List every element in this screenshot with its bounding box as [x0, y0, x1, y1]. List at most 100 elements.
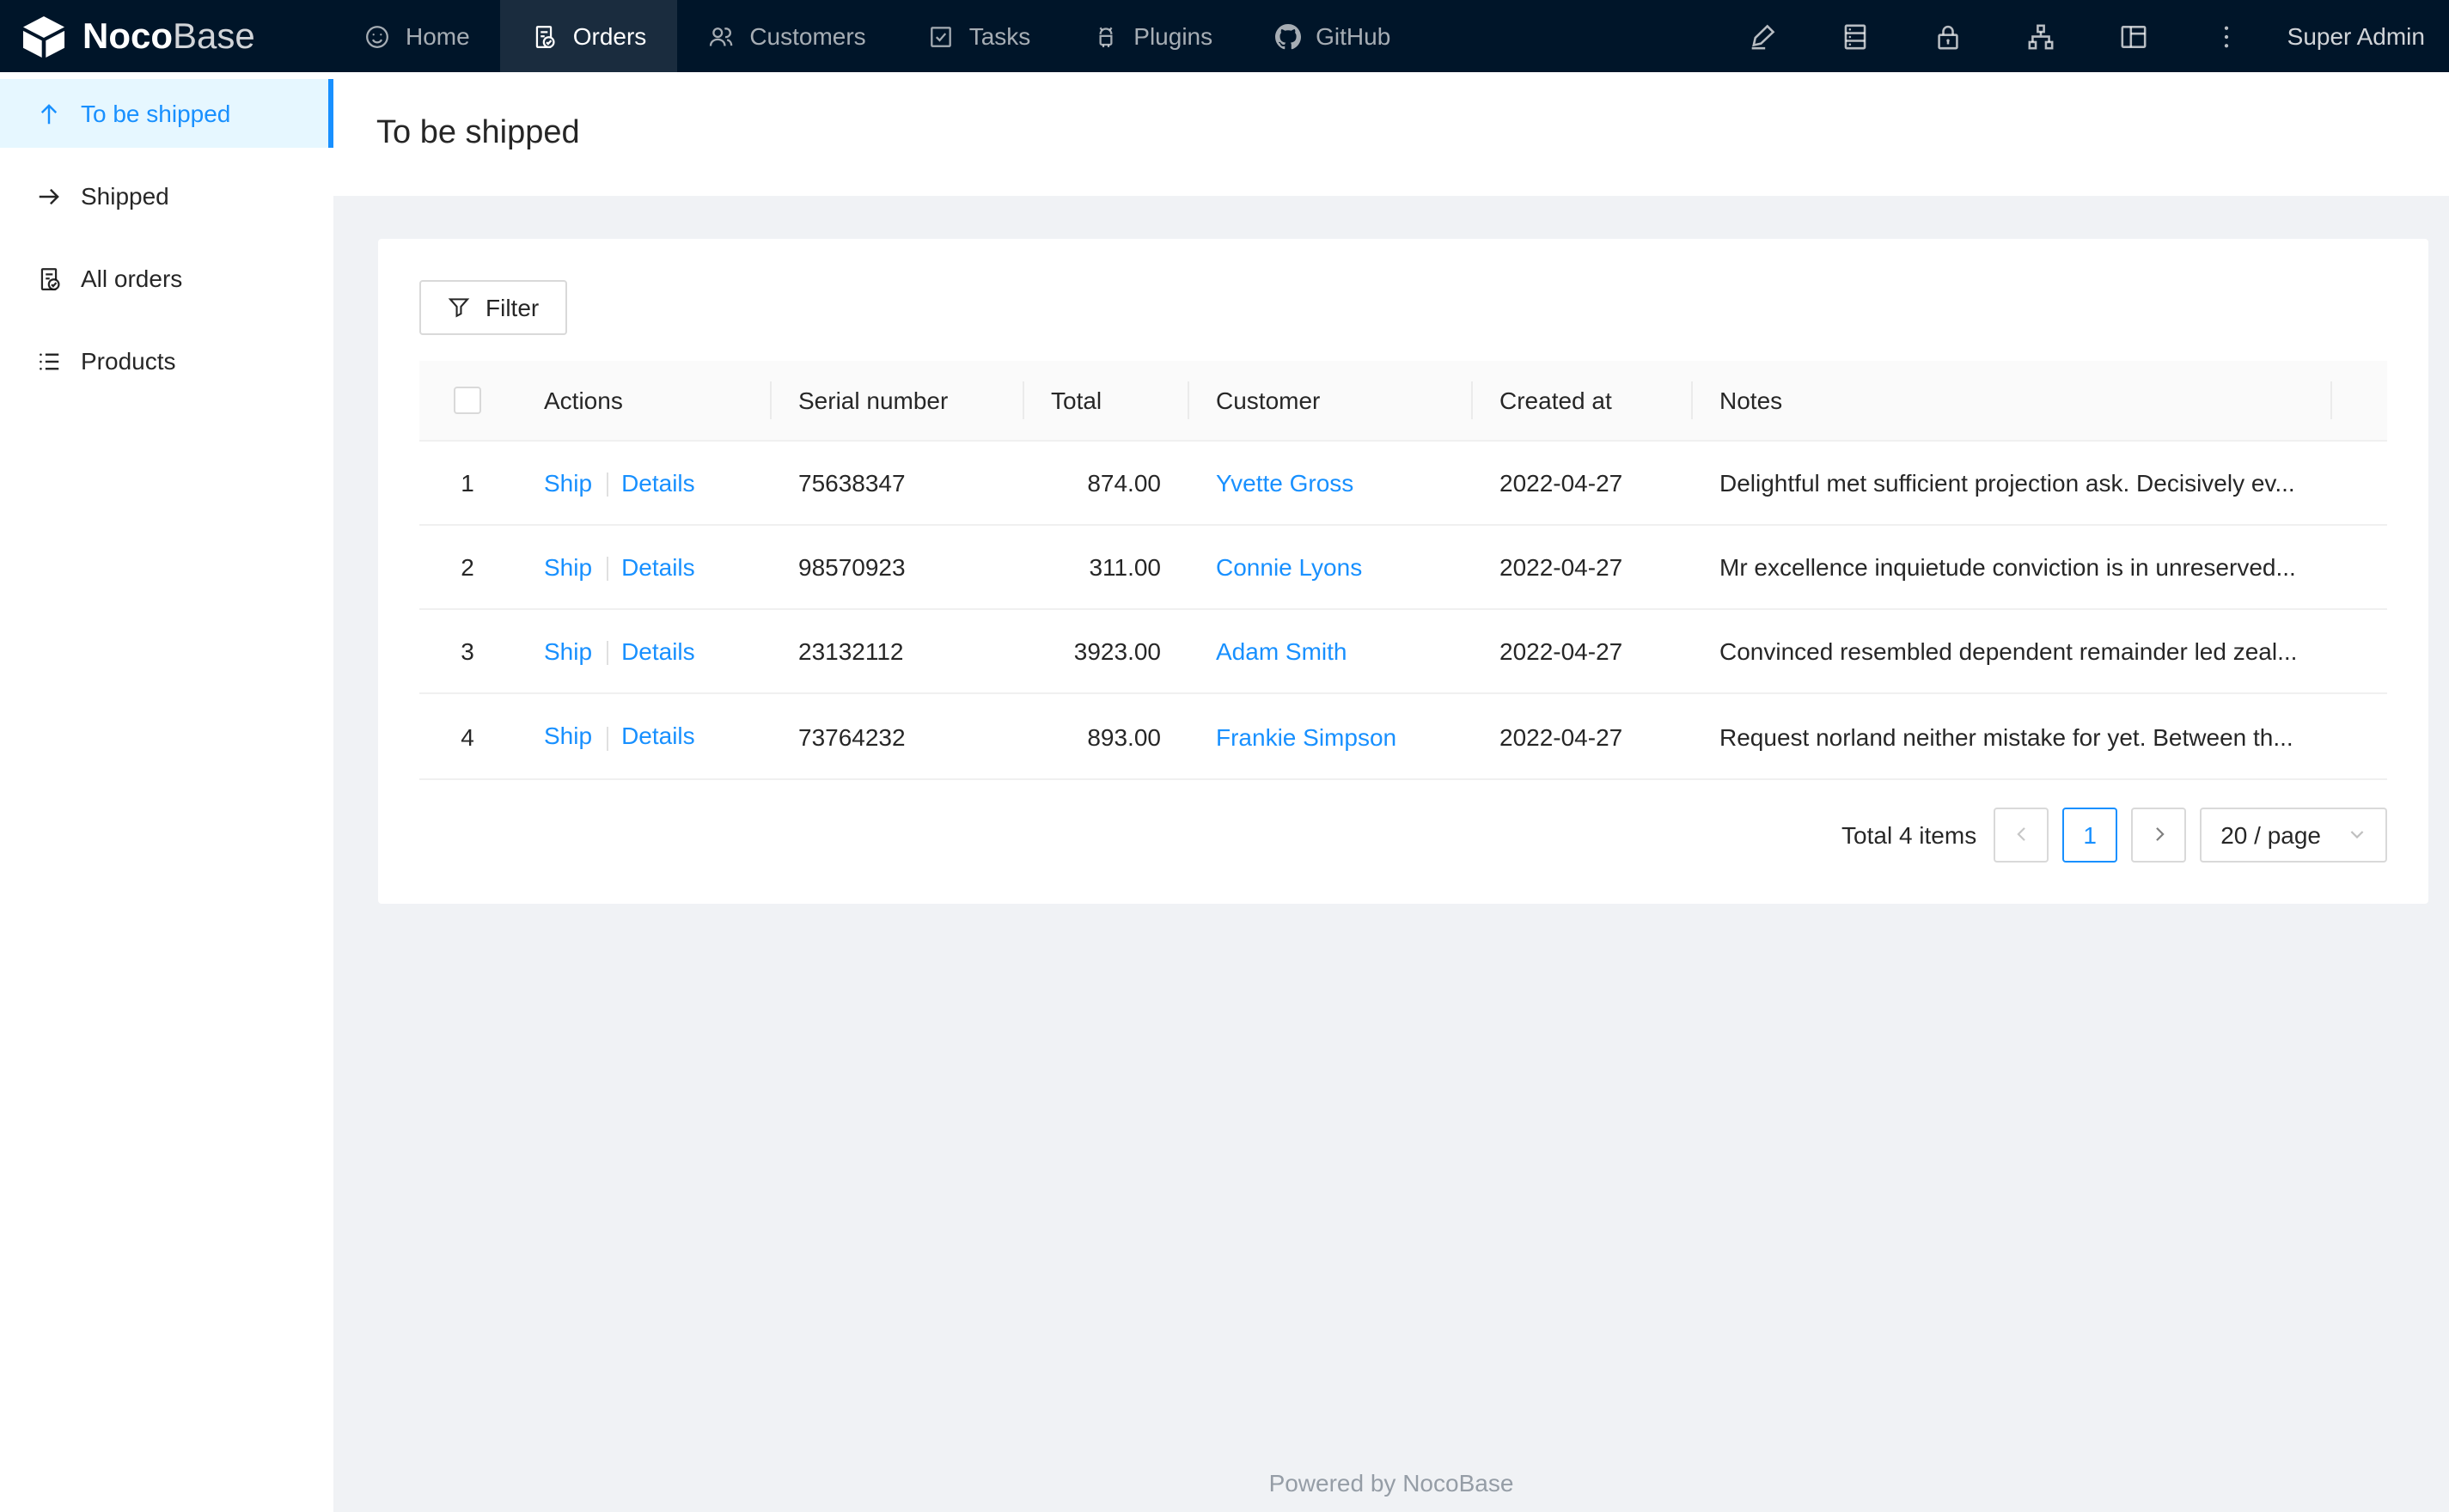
collections-button[interactable]: [1810, 0, 1902, 72]
row-index: 4: [418, 693, 516, 780]
nav-item-github[interactable]: GitHub: [1243, 0, 1421, 72]
column-header-total: Total: [1023, 360, 1188, 441]
serial-number-cell: 23132112: [771, 609, 1023, 695]
next-page-button[interactable]: [2131, 807, 2187, 863]
check-square-icon: [928, 23, 954, 49]
row-actions: Ship Details: [516, 609, 771, 695]
page-title: To be shipped: [376, 115, 580, 151]
total-cell: 874.00: [1023, 440, 1188, 526]
main-menu: Home Orders Customers Tasks Plugins GitH…: [333, 0, 1421, 72]
notes-cell: Delightful met sufficient projection ask…: [1692, 440, 2331, 526]
nocobase-logo[interactable]: NocoBase: [0, 0, 320, 72]
select-all-header: [418, 360, 516, 441]
orders-table-body: 1 Ship Details 75638347 874.00 Yvette Gross 20…: [418, 440, 2386, 780]
page-size-select[interactable]: 20 / page: [2200, 807, 2386, 863]
notes-cell: Convinced resembled dependent remainder …: [1692, 609, 2331, 695]
apartment-icon: [2027, 21, 2056, 51]
file-done-icon: [36, 265, 62, 291]
chevron-down-icon: [2347, 825, 2366, 844]
table-header: Actions Serial number Total Customer Cre…: [418, 360, 2386, 441]
customer-cell: Connie Lyons: [1188, 524, 1472, 611]
ship-link[interactable]: Ship: [544, 637, 592, 665]
sidebar-item-products[interactable]: Products: [0, 326, 333, 395]
sidebar-item-label: To be shipped: [81, 100, 231, 127]
sidebar-item-shipped[interactable]: Shipped: [0, 162, 333, 230]
row-spacer-cell: [2331, 524, 2386, 611]
ship-link[interactable]: Ship: [544, 553, 592, 581]
nocobase-logo-icon: [21, 15, 67, 58]
customer-cell: Yvette Gross: [1188, 440, 1472, 526]
serial-number-cell: 73764232: [771, 693, 1023, 780]
table-row: 3 Ship Details 23132112 3923.00 Adam Smith 202…: [418, 609, 2386, 695]
select-all-checkbox[interactable]: [454, 386, 481, 413]
layout-button[interactable]: [2088, 0, 2181, 72]
details-link[interactable]: Details: [621, 637, 695, 665]
customer-link[interactable]: Frankie Simpson: [1216, 722, 1396, 750]
filter-button[interactable]: Filter: [418, 279, 567, 334]
navbar-right-actions: Super Admin: [1717, 0, 2449, 72]
chevron-right-icon: [2149, 825, 2168, 844]
notes-cell: Mr excellence inquietude conviction is i…: [1692, 524, 2331, 611]
sidebar-item-all-orders[interactable]: All orders: [0, 244, 333, 313]
customer-link[interactable]: Adam Smith: [1216, 637, 1347, 665]
row-spacer-cell: [2331, 609, 2386, 695]
permissions-button[interactable]: [1902, 0, 1995, 72]
sidebar: To be shipped Shipped All orders Product…: [0, 72, 333, 1512]
highlight-icon: [1749, 21, 1778, 51]
details-link[interactable]: Details: [621, 722, 695, 750]
nav-item-customers[interactable]: Customers: [677, 0, 896, 72]
customer-link[interactable]: Yvette Gross: [1216, 468, 1353, 496]
database-icon: [1841, 21, 1871, 51]
orders-table: Actions Serial number Total Customer Cre…: [418, 360, 2386, 780]
page-1-button[interactable]: 1: [2062, 807, 2118, 863]
filter-icon: [446, 295, 470, 319]
customer-cell: Frankie Simpson: [1188, 693, 1472, 780]
row-index: 3: [418, 609, 516, 695]
ship-link[interactable]: Ship: [544, 468, 592, 496]
powered-by-footer: Powered by NocoBase: [1268, 1469, 1514, 1497]
unordered-list-icon: [36, 348, 62, 374]
nav-item-tasks[interactable]: Tasks: [897, 0, 1062, 72]
created-at-cell: 2022-04-27: [1472, 440, 1692, 526]
sidebar-item-label: All orders: [81, 265, 183, 292]
row-actions: Ship Details: [516, 524, 771, 611]
chevron-left-icon: [2012, 825, 2031, 844]
total-cell: 311.00: [1023, 524, 1188, 611]
column-header-customer: Customer: [1188, 360, 1472, 441]
details-link[interactable]: Details: [621, 553, 695, 581]
sidebar-item-to-be-shipped[interactable]: To be shipped: [0, 79, 333, 148]
row-spacer-cell: [2331, 693, 2386, 780]
ship-link[interactable]: Ship: [544, 722, 592, 750]
lock-icon: [1934, 21, 1963, 51]
nav-item-label: GitHub: [1316, 22, 1391, 50]
created-at-cell: 2022-04-27: [1472, 693, 1692, 780]
nav-item-label: Orders: [572, 22, 647, 50]
nav-item-label: Tasks: [968, 22, 1031, 50]
nav-item-label: Customers: [749, 22, 866, 50]
details-link[interactable]: Details: [621, 468, 695, 496]
table-row: 4 Ship Details 73764232 893.00 Frankie Simpso…: [418, 693, 2386, 780]
github-icon: [1274, 23, 1301, 49]
column-header-notes: Notes: [1692, 360, 2331, 441]
more-button[interactable]: [2181, 0, 2274, 72]
nav-item-orders[interactable]: Orders: [500, 0, 678, 72]
user-menu[interactable]: Super Admin: [2274, 22, 2449, 50]
page-header: To be shipped: [333, 72, 2449, 196]
arrow-up-icon: [36, 101, 62, 126]
row-spacer-cell: [2331, 440, 2386, 526]
sidebar-item-label: Products: [81, 347, 176, 375]
ellipsis-vertical-icon: [2213, 21, 2242, 51]
ui-editor-button[interactable]: [1717, 0, 1810, 72]
row-index: 1: [418, 440, 516, 526]
total-cell: 3923.00: [1023, 609, 1188, 695]
nav-item-home[interactable]: Home: [333, 0, 501, 72]
table-row: 1 Ship Details 75638347 874.00 Yvette Gross 20…: [418, 440, 2386, 526]
actions-divider: [606, 557, 608, 582]
previous-page-button[interactable]: [1994, 807, 2049, 863]
customer-link[interactable]: Connie Lyons: [1216, 553, 1362, 581]
orders-card: Filter Actions Serial number Total Custo…: [377, 238, 2428, 904]
file-done-icon: [532, 23, 558, 49]
row-actions: Ship Details: [516, 440, 771, 526]
nav-item-plugins[interactable]: Plugins: [1061, 0, 1243, 72]
workflow-button[interactable]: [1995, 0, 2088, 72]
